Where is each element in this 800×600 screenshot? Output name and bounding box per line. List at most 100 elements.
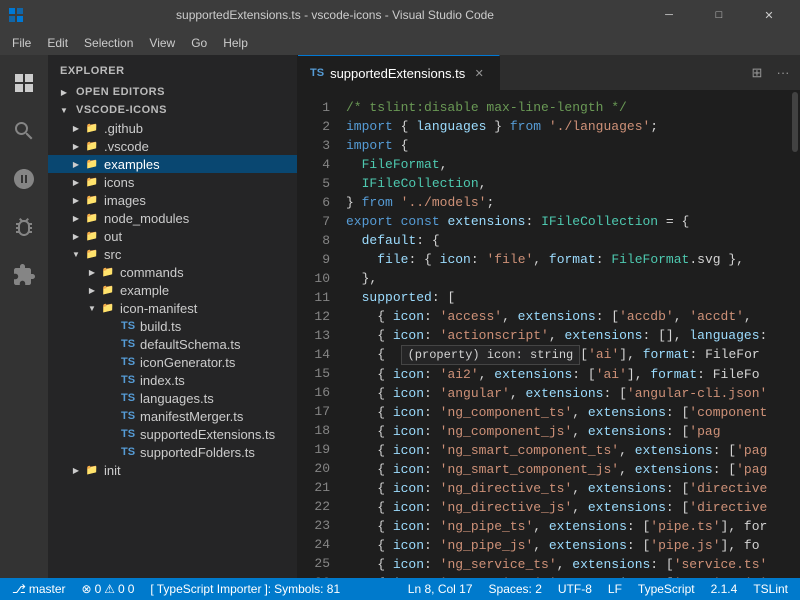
vscode-arrow (68, 138, 84, 154)
no-arrow (104, 336, 120, 352)
src-label: src (104, 247, 297, 262)
folder-icon: 📁 (84, 138, 100, 154)
symbols-count: Symbols: 81 (274, 582, 340, 596)
tree-item-init[interactable]: 📁 init (48, 461, 297, 479)
encoding-text: UTF-8 (558, 582, 592, 596)
menu-help[interactable]: Help (215, 30, 256, 55)
examples-label: examples (104, 157, 297, 172)
tree-item-examples[interactable]: 📁 examples (48, 155, 297, 173)
vertical-scrollbar[interactable] (790, 90, 800, 578)
folder-icon: 📁 (100, 264, 116, 280)
tslint[interactable]: TSLint (749, 578, 792, 600)
node-modules-arrow (68, 210, 84, 226)
tree-item-out[interactable]: 📁 out (48, 227, 297, 245)
app-icon (8, 7, 24, 23)
tree-item-index[interactable]: TS index.ts (48, 371, 297, 389)
folder-icon: 📁 (84, 192, 100, 208)
title-bar: supportedExtensions.ts - vscode-icons - … (0, 0, 800, 30)
indent[interactable]: Spaces: 2 (485, 578, 546, 600)
folder-icon: 📁 (84, 228, 100, 244)
encoding[interactable]: UTF-8 (554, 578, 596, 600)
info-num: 0 (128, 582, 135, 596)
menu-file[interactable]: File (4, 30, 39, 55)
index-label: index.ts (140, 373, 297, 388)
tab-label: supportedExtensions.ts (330, 66, 465, 81)
menu-view[interactable]: View (141, 30, 183, 55)
menu-selection[interactable]: Selection (76, 30, 141, 55)
tree-item-example[interactable]: 📁 example (48, 281, 297, 299)
tree-item-build[interactable]: TS build.ts (48, 317, 297, 335)
activity-search[interactable] (0, 107, 48, 155)
line-ending[interactable]: LF (604, 578, 626, 600)
supportedfolders-label: supportedFolders.ts (140, 445, 297, 460)
tree-item-images[interactable]: 📁 images (48, 191, 297, 209)
minimize-button[interactable]: ─ (646, 0, 692, 30)
language-text: TypeScript (638, 582, 695, 596)
github-arrow (68, 120, 84, 136)
activity-explorer[interactable] (0, 59, 48, 107)
section-open-editors[interactable]: OPEN EDITORS (48, 83, 297, 101)
commands-arrow (84, 264, 100, 280)
ts-version[interactable]: 2.1.4 (707, 578, 742, 600)
menu-edit[interactable]: Edit (39, 30, 76, 55)
code-content[interactable]: /* tslint:disable max-line-length */ imp… (338, 90, 790, 578)
activity-git[interactable] (0, 155, 48, 203)
vscode-icons-label: VSCODE-ICONS (76, 104, 297, 116)
no-arrow (104, 444, 120, 460)
tree-item-commands[interactable]: 📁 commands (48, 263, 297, 281)
activity-debug[interactable] (0, 203, 48, 251)
init-arrow (68, 462, 84, 478)
sidebar: EXPLORER OPEN EDITORS VSCODE-ICONS 📁 .gi… (48, 55, 298, 578)
tree-item-vscode[interactable]: 📁 .vscode (48, 137, 297, 155)
images-arrow (68, 192, 84, 208)
more-actions-button[interactable]: ··· (772, 62, 794, 84)
tab-close-button[interactable]: ✕ (471, 65, 487, 81)
tab-icon: TS (310, 67, 324, 79)
tree-item-github[interactable]: 📁 .github (48, 119, 297, 137)
menu-go[interactable]: Go (183, 30, 215, 55)
icon-manifest-label: icon-manifest (120, 301, 297, 316)
activity-extensions[interactable] (0, 251, 48, 299)
tree-item-src[interactable]: 📁 src (48, 245, 297, 263)
tree-item-icongenerator[interactable]: TS iconGenerator.ts (48, 353, 297, 371)
ts-file-icon: TS (120, 390, 136, 406)
tree-item-icon-manifest[interactable]: 📁 icon-manifest (48, 299, 297, 317)
icon-manifest-arrow (84, 300, 100, 316)
tree-item-defaultschema[interactable]: TS defaultSchema.ts (48, 335, 297, 353)
tree-item-node-modules[interactable]: 📁 node_modules (48, 209, 297, 227)
importer-name: TypeScript Importer (157, 582, 262, 596)
tree-item-supportedextensions[interactable]: TS supportedExtensions.ts (48, 425, 297, 443)
open-editors-arrow (56, 84, 72, 100)
split-editor-button[interactable]: ⊞ (746, 62, 768, 84)
no-arrow (104, 372, 120, 388)
folder-icon: 📁 (84, 210, 100, 226)
no-arrow (104, 408, 120, 424)
tree-item-icons[interactable]: 📁 icons (48, 173, 297, 191)
images-label: images (104, 193, 297, 208)
importer-label2: ]: (264, 582, 271, 596)
build-label: build.ts (140, 319, 297, 334)
error-count[interactable]: ⊗ 0 ⚠ 0 0 (78, 578, 139, 600)
git-icon: ⎇ (12, 582, 26, 596)
close-button[interactable]: ✕ (746, 0, 792, 30)
scrollbar-thumb[interactable] (792, 92, 798, 152)
file-tree: OPEN EDITORS VSCODE-ICONS 📁 .github 📁 .v… (48, 83, 297, 578)
cursor-position[interactable]: Ln 8, Col 17 (404, 578, 477, 600)
folder-icon: 📁 (100, 300, 116, 316)
tree-item-manifestmerger[interactable]: TS manifestMerger.ts (48, 407, 297, 425)
out-label: out (104, 229, 297, 244)
tree-item-languages[interactable]: TS languages.ts (48, 389, 297, 407)
branch-name: master (29, 582, 66, 596)
git-branch[interactable]: ⎇ master (8, 578, 70, 600)
ts-importer[interactable]: [ TypeScript Importer ]: Symbols: 81 (146, 578, 344, 600)
tree-item-supportedfolders[interactable]: TS supportedFolders.ts (48, 443, 297, 461)
importer-label: [ (150, 582, 153, 596)
folder-icon: 📁 (84, 174, 100, 190)
no-arrow (104, 390, 120, 406)
position-text: Ln 8, Col 17 (408, 582, 473, 596)
tab-supported-extensions[interactable]: TS supportedExtensions.ts ✕ (298, 55, 500, 90)
ts-file-icon: TS (120, 336, 136, 352)
section-vscode-icons[interactable]: VSCODE-ICONS (48, 101, 297, 119)
maximize-button[interactable]: □ (696, 0, 742, 30)
language-mode[interactable]: TypeScript (634, 578, 699, 600)
